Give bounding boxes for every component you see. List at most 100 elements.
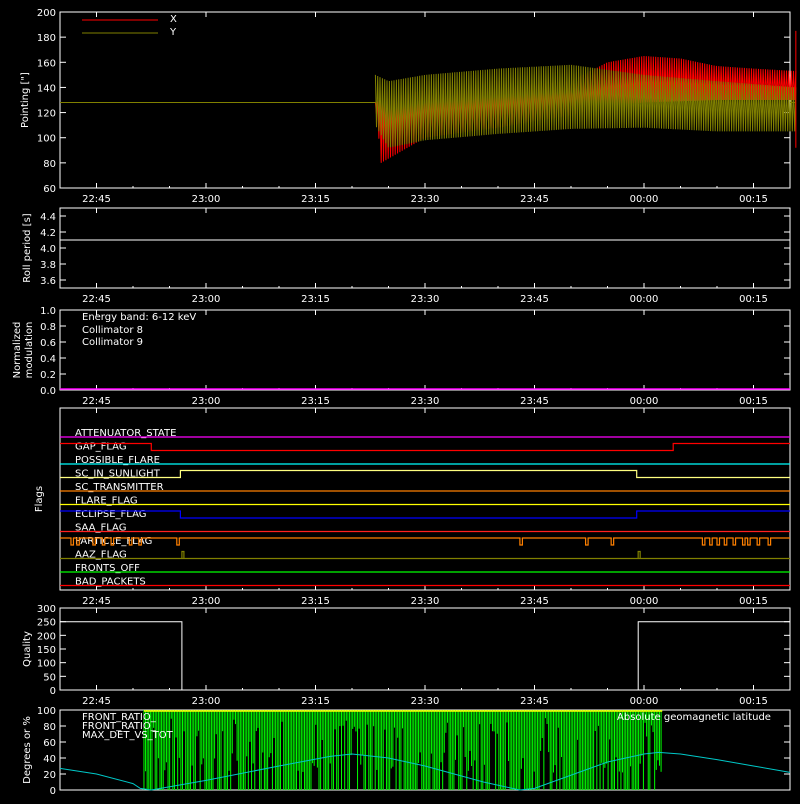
flags-ylabel: Flags (34, 486, 45, 512)
flag-drop-particle-flag (709, 538, 713, 546)
pointing-ylabel: Pointing ["] (20, 72, 31, 128)
pointing-ytick-label: 140 (37, 83, 56, 94)
modulation-ytick-label: 0.8 (40, 322, 56, 333)
flag-drop-particle-flag (756, 538, 761, 546)
pointing-ytick-label: 180 (37, 33, 56, 44)
flag-spike-aaz-flag (181, 550, 185, 559)
flag-drop-particle-flag (585, 538, 589, 546)
pointing-xtick-label: 23:00 (192, 194, 221, 205)
flag-drop-gap (757, 537, 760, 539)
modulation-xtick-label: 23:00 (192, 396, 221, 407)
modulation-ylabel-1: Normalized (12, 322, 23, 379)
ratios-ytick-label: 0 (50, 786, 56, 797)
roll-ytick-label: 3.6 (40, 276, 56, 287)
flag-drop-gap (748, 537, 750, 539)
roll-panel-frame (59, 207, 791, 289)
flag-drop-gap (520, 537, 522, 539)
roll-ytick-label: 3.8 (40, 260, 56, 271)
flag-drop-particle-flag (732, 538, 737, 546)
modulation-xtick-label: 23:15 (301, 396, 330, 407)
flag-drop-gap (93, 537, 95, 539)
flags-xtick-label: 23:15 (301, 596, 330, 607)
flag-drop-gap (139, 537, 141, 539)
flag-drop-particle-flag (70, 538, 75, 546)
modulation-ylabel-2: modulation (24, 322, 35, 379)
roll-xtick-label: 23:30 (411, 294, 440, 305)
ratios-legend-3: MAX_DET_VS_TOT (82, 730, 174, 741)
quality-xtick-label: 23:00 (192, 696, 221, 707)
quality-xtick-label: 22:45 (82, 696, 111, 707)
flag-drop-gap (129, 537, 132, 539)
flag-drop-particle-flag (716, 538, 721, 546)
flag-drop-gap (717, 537, 719, 539)
roll-ytick-label: 4.4 (40, 212, 56, 223)
flag-drop-gap (111, 537, 113, 539)
pointing-ytick-label: 100 (37, 134, 56, 145)
roll-xtick-label: 00:00 (630, 294, 659, 305)
flag-spike-aaz-flag (637, 550, 641, 559)
quality-ytick-label: 200 (37, 631, 56, 642)
roll-xtick-label: 22:45 (82, 294, 111, 305)
chart-root: 60 80 100 120 140 160 180 200 22:45 23:00 23:15 23:… (0, 0, 800, 800)
quality-ylabel: Quality (22, 631, 33, 667)
flag-line-eclipse-flag (60, 510, 790, 519)
pointing-xtick-label: 23:15 (301, 194, 330, 205)
pointing-ytick-label: 160 (37, 58, 56, 69)
modulation-xtick-label: 22:45 (82, 396, 111, 407)
flags-xtick-label: 22:45 (82, 596, 111, 607)
modulation-xtick-label: 00:15 (739, 396, 768, 407)
flag-drop-particle-flag (701, 538, 706, 546)
quality-xtick-label: 00:00 (630, 696, 659, 707)
ratios-ytick-label: 40 (43, 754, 56, 765)
quality-ytick-label: 50 (43, 672, 56, 683)
flag-drop-particle-flag (741, 538, 746, 546)
flags-xtick-label: 23:00 (192, 596, 221, 607)
pointing-ytick-label: 60 (43, 184, 56, 195)
multi-panel-chart: 60 80 100 120 140 160 180 200 22:45 23:00 23:15 23:… (12, 8, 797, 797)
modulation-legend-1: Collimator 8 (82, 325, 143, 336)
pointing-xtick-label: 22:45 (82, 194, 111, 205)
quality-xtick-label: 23:30 (411, 696, 440, 707)
pointing-xtick-label: 00:00 (630, 194, 659, 205)
modulation-ytick-label: 0.0 (40, 386, 56, 397)
flags-xtick-label: 00:15 (739, 596, 768, 607)
flag-drop-gap (586, 537, 588, 539)
roll-xtick-label: 23:15 (301, 294, 330, 305)
quality-panel-frame (59, 607, 791, 691)
quality-xtick-label: 23:15 (301, 696, 330, 707)
quality-xtick-label: 23:45 (520, 696, 549, 707)
pointing-ytick-label: 80 (43, 159, 56, 170)
quality-xtick-label: 00:15 (739, 696, 768, 707)
flag-drop-particle-flag (519, 538, 523, 546)
flag-line-sc-in-sunlight (60, 469, 790, 479)
flags-xtick-label: 23:45 (520, 596, 549, 607)
flag-drop-gap (768, 537, 770, 539)
modulation-xtick-label: 00:00 (630, 396, 659, 407)
flags-xtick-label: 00:00 (630, 596, 659, 607)
roll-ytick-label: 4.2 (40, 228, 56, 239)
flag-drop-gap (743, 537, 745, 539)
legend-y-label: Y (169, 27, 177, 38)
modulation-xtick-label: 23:45 (520, 396, 549, 407)
quality-ytick-label: 100 (37, 659, 56, 670)
flag-drop-gap (611, 537, 614, 539)
roll-xtick-label: 23:00 (192, 294, 221, 305)
ratios-ylabel: Degrees or % (22, 716, 33, 784)
roll-ytick-label: 4.0 (40, 244, 56, 255)
flag-drop-gap (733, 537, 735, 539)
modulation-annotation: Energy band: 6-12 keV (82, 312, 196, 323)
flag-drop-gap (177, 537, 179, 539)
roll-xtick-label: 23:45 (520, 294, 549, 305)
pointing-xtick-label: 00:15 (739, 194, 768, 205)
modulation-ytick-label: 0.6 (40, 338, 56, 349)
flag-line-gap-flag (60, 442, 790, 452)
flag-drop-particle-flag (610, 538, 615, 546)
latitude-legend: Absolute geomagnetic latitude (617, 712, 771, 723)
quality-ytick-label: 300 (37, 604, 56, 615)
quality-ytick-label: 250 (37, 618, 56, 629)
flag-drop-gap (102, 537, 105, 539)
ratios-ytick-label: 100 (37, 706, 56, 717)
flag-drop-gap (710, 537, 712, 539)
pointing-ytick-label: 120 (37, 109, 56, 120)
pointing-xtick-label: 23:45 (520, 194, 549, 205)
